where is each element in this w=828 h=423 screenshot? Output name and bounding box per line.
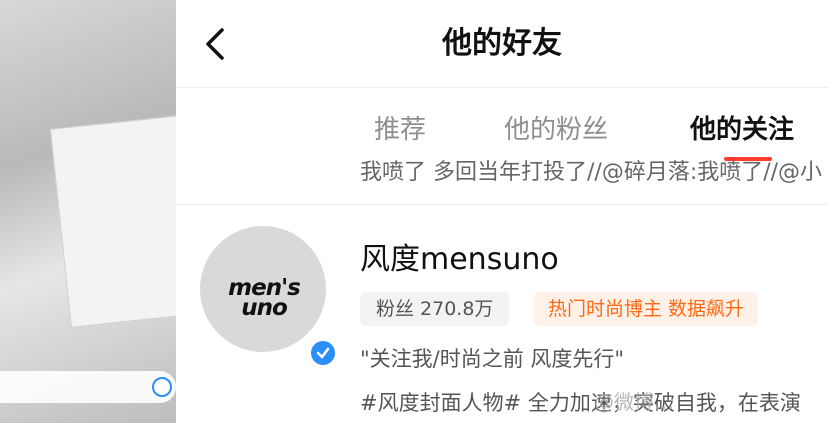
background-card [49, 112, 176, 328]
header: 他的好友 [176, 0, 828, 88]
watermark: @微博… [594, 390, 674, 414]
avatar-logo: men's uno [214, 277, 314, 321]
background-content [0, 0, 176, 423]
avatar-logo-line2: uno [241, 295, 288, 321]
page-title: 他的好友 [442, 26, 562, 61]
fans-count-badge: 粉丝 270.8万 [360, 292, 510, 326]
user-bio-line1: "关注我/时尚之前 风度先行" [360, 347, 625, 371]
previous-item-text: 我喷了 多回当年打投了//@碎月落:我喷了//@小 [360, 160, 823, 185]
tab-recommended[interactable]: 推荐 [374, 110, 426, 150]
avatar[interactable]: men's uno [200, 226, 326, 352]
hot-blogger-tag: 热门时尚博主 数据飙升 [534, 292, 759, 326]
user-name[interactable]: 风度mensuno [360, 240, 559, 280]
verified-badge-icon [308, 338, 338, 368]
previous-list-item[interactable]: 我喷了 多回当年打投了//@碎月落:我喷了//@小 [176, 158, 828, 205]
friends-panel: 他的好友 推荐 他的粉丝 他的关注 我喷了 多回当年打投了//@碎月落:我喷了/… [176, 0, 828, 423]
background-bar [0, 371, 176, 403]
screen: 他的好友 推荐 他的粉丝 他的关注 我喷了 多回当年打投了//@碎月落:我喷了/… [0, 0, 828, 423]
background-badge-icon [152, 377, 172, 397]
list-item[interactable]: men's uno 风度mensuno 粉丝 270.8万 热门时尚博主 数据飙… [176, 206, 828, 423]
tab-his-fans[interactable]: 他的粉丝 [504, 110, 608, 150]
checkmark-icon [316, 347, 330, 359]
tab-his-following[interactable]: 他的关注 [690, 110, 794, 150]
user-bio-line2: #风度封面人物# 全力加速，突破自我，在表演 [360, 391, 801, 415]
